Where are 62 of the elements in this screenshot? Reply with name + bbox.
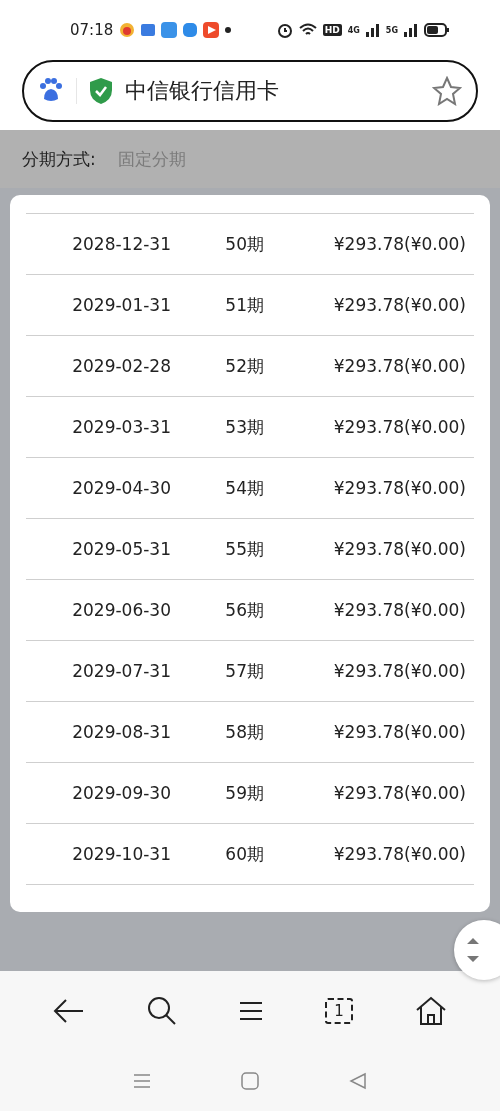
hd-badge: HD — [322, 24, 342, 36]
period-number: 58期 — [224, 720, 264, 744]
due-date: 2029-02-28 — [71, 356, 171, 376]
period-number: 55期 — [224, 537, 264, 561]
payment-amount: ¥293.78(¥0.00) — [332, 600, 467, 620]
back-arrow-icon[interactable] — [53, 998, 85, 1024]
period-number: 53期 — [224, 415, 264, 439]
period-number: 57期 — [224, 659, 264, 683]
payment-amount: ¥293.78(¥0.00) — [332, 234, 467, 254]
period-number: 51期 — [224, 293, 264, 317]
signal-icon — [404, 23, 418, 37]
app-notification-icon — [119, 22, 136, 38]
period-number: 52期 — [224, 354, 264, 378]
network-label: 4G — [347, 25, 360, 35]
period-number: 59期 — [224, 781, 264, 805]
signal-icon — [365, 23, 380, 37]
page-title: 中信银行信用卡 — [125, 77, 280, 105]
due-date: 2029-10-31 — [71, 844, 171, 864]
shield-check-icon — [89, 77, 113, 105]
due-date: 2029-01-31 — [71, 295, 171, 315]
payment-amount: ¥293.78(¥0.00) — [332, 783, 467, 803]
star-icon[interactable] — [432, 76, 462, 106]
play-app-icon — [203, 22, 220, 38]
due-date: 2029-09-30 — [71, 783, 171, 803]
home-square-icon[interactable] — [241, 1072, 259, 1090]
menu-icon[interactable] — [239, 1001, 263, 1021]
due-date: 2029-04-30 — [71, 478, 171, 498]
battery-icon — [424, 23, 450, 37]
period-number: 50期 — [224, 232, 264, 256]
scroll-handle[interactable] — [454, 920, 500, 980]
app-notification-icon — [183, 23, 198, 37]
period-number: 60期 — [224, 842, 264, 866]
address-bar[interactable]: 中信银行信用卡 — [22, 60, 478, 122]
payment-amount: ¥293.78(¥0.00) — [332, 722, 467, 742]
payment-amount: ¥293.78(¥0.00) — [332, 539, 467, 559]
payment-amount: ¥293.78(¥0.00) — [332, 356, 467, 376]
field-label: 分期方式: — [22, 147, 96, 171]
network-label: 5G — [385, 25, 398, 35]
payment-amount: ¥293.78(¥0.00) — [332, 844, 467, 864]
app-notification-icon — [141, 24, 156, 36]
period-number: 54期 — [224, 476, 264, 500]
due-date: 2028-12-31 — [71, 234, 171, 254]
wifi-icon — [298, 23, 317, 37]
due-date: 2029-03-31 — [71, 417, 171, 437]
due-date: 2029-07-31 — [71, 661, 171, 681]
due-date: 2029-05-31 — [71, 539, 171, 559]
period-number: 56期 — [224, 598, 264, 622]
alarm-icon — [276, 22, 293, 38]
due-date: 2029-08-31 — [71, 722, 171, 742]
app-notification-icon — [161, 22, 178, 38]
up-down-arrows-icon — [466, 937, 480, 963]
payment-amount: ¥293.78(¥0.00) — [332, 295, 467, 315]
search-icon[interactable] — [147, 996, 177, 1026]
payment-amount: ¥293.78(¥0.00) — [332, 417, 467, 437]
clock-time: 07:18 — [70, 21, 114, 39]
payment-amount: ¥293.78(¥0.00) — [332, 478, 467, 498]
payment-amount: ¥293.78(¥0.00) — [332, 661, 467, 681]
tab-count-button[interactable]: 1 — [325, 998, 353, 1024]
dot-icon — [225, 27, 232, 33]
home-icon[interactable] — [415, 996, 447, 1026]
back-triangle-icon[interactable] — [349, 1072, 367, 1090]
due-date: 2029-06-30 — [71, 600, 171, 620]
